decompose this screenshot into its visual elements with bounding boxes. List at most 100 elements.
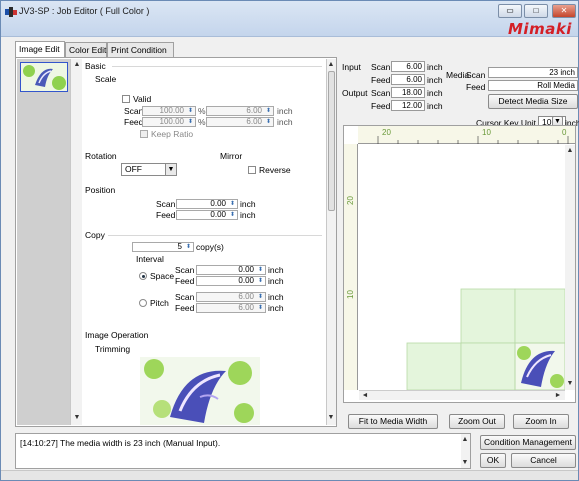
position-feed-input[interactable]: 0.00 ⬍ [176, 210, 238, 220]
valid-checkbox[interactable] [122, 95, 130, 103]
job-editor-window: JV3-SP : Job Editor ( Full Color ) ▭ □ ✕… [0, 0, 579, 481]
dropdown-arrow-icon[interactable]: ▼ [165, 164, 176, 175]
maximize-button[interactable]: □ [524, 4, 548, 18]
title-bar: JV3-SP : Job Editor ( Full Color ) ▭ □ ✕… [1, 1, 578, 38]
properties-scrollbar[interactable]: ▲ ▼ [326, 59, 336, 425]
zoom-in-button[interactable]: Zoom In [513, 414, 569, 429]
message-log-scrollbar[interactable]: ▲ ▼ [461, 433, 471, 469]
scroll-up-icon[interactable]: ▲ [327, 60, 335, 70]
percent-unit: % [198, 106, 206, 116]
properties-pane: Basic Scale Valid Scan 100.00 ⬍ % 6.00 ⬍ i… [82, 59, 326, 425]
inch-unit: inch [268, 303, 284, 313]
spin-icon[interactable]: ⬍ [184, 243, 193, 251]
inch-unit: inch [427, 75, 443, 85]
preview-vertical-scrollbar[interactable]: ▲ ▼ [565, 145, 575, 390]
scale-scan-inch-value: 6.00 [246, 106, 262, 115]
position-heading: Position [85, 185, 116, 195]
scrollbar-thumb[interactable] [328, 71, 335, 211]
zoom-out-button[interactable]: Zoom Out [449, 414, 505, 429]
position-scan-input[interactable]: 0.00 ⬍ [176, 199, 238, 209]
scale-scan-inch-input[interactable]: 6.00 ⬍ [206, 106, 274, 116]
rotation-label: Rotation [85, 151, 117, 161]
spin-icon[interactable]: ⬍ [186, 107, 195, 115]
inch-unit: inch [268, 292, 284, 302]
image-edit-panel: ▲ ▼ Basic Scale Valid Scan 100.00 ⬍ % 6.0… [15, 57, 337, 427]
spin-icon[interactable]: ⬍ [264, 107, 273, 115]
scroll-right-icon[interactable]: ► [553, 391, 563, 401]
percent-unit: % [198, 117, 206, 127]
cancel-button[interactable]: Cancel [511, 453, 576, 468]
tab-print-condition[interactable]: Print Condition [107, 42, 174, 57]
spin-icon[interactable]: ⬍ [256, 304, 265, 312]
space-scan-label: Scan [175, 265, 195, 275]
input-feed-value: 6.00 [391, 74, 425, 85]
left-ruler: 20 10 [344, 144, 358, 390]
scroll-left-icon[interactable]: ◄ [360, 391, 370, 401]
condition-management-button[interactable]: Condition Management [480, 435, 576, 450]
window-title: JV3-SP : Job Editor ( Full Color ) [19, 6, 150, 16]
output-label: Output [342, 88, 368, 98]
output-feed-value: 12.00 [391, 100, 425, 111]
close-button[interactable]: ✕ [552, 4, 576, 18]
reverse-checkbox[interactable] [248, 166, 256, 174]
space-scan-input[interactable]: 0.00 ⬍ [196, 265, 266, 275]
minimize-button[interactable]: ▭ [498, 4, 522, 18]
copy-heading: Copy [85, 230, 105, 240]
space-feed-value: 0.00 [238, 276, 254, 285]
thumbnail-item[interactable] [20, 62, 68, 92]
scroll-down-icon[interactable]: ▼ [327, 413, 335, 423]
scroll-up-icon[interactable]: ▲ [565, 146, 575, 156]
output-scan-label: Scan [371, 88, 391, 98]
ruler-label: 10 [482, 128, 491, 137]
divider [112, 66, 322, 67]
dolphin-thumbnail-image [21, 63, 67, 91]
pitch-feed-input[interactable]: 6.00 ⬍ [196, 303, 266, 313]
scroll-down-icon[interactable]: ▼ [565, 379, 575, 389]
tab-color-edit[interactable]: Color Edit [65, 42, 107, 57]
output-feed-label: Feed [371, 101, 391, 111]
position-feed-label: Feed [156, 210, 176, 220]
pitch-scan-input[interactable]: 6.00 ⬍ [196, 292, 266, 302]
window-bottom-edge [1, 470, 578, 480]
copy-count-input[interactable]: 5 ⬍ [132, 242, 194, 252]
layout-preview[interactable]: 20 10 0 20 10 ▲ ▼ ◄ ► [343, 125, 576, 403]
inch-unit: inch [427, 62, 443, 72]
spin-icon[interactable]: ⬍ [186, 118, 195, 126]
rotation-select[interactable]: OFF ▼ [121, 163, 177, 176]
ruler-label: 20 [345, 196, 355, 205]
scroll-down-icon[interactable]: ▼ [461, 458, 469, 468]
space-radio[interactable] [139, 272, 147, 280]
spin-icon[interactable]: ⬍ [256, 266, 265, 274]
ok-button[interactable]: OK [480, 453, 506, 468]
status-message: [14:10:27] The media width is 23 inch (M… [20, 438, 221, 448]
scroll-up-icon[interactable]: ▲ [72, 60, 82, 70]
media-feed-label: Feed [466, 82, 486, 92]
inch-unit: inch [268, 276, 284, 286]
tab-image-edit[interactable]: Image Edit [15, 41, 65, 57]
scale-feed-percent-input[interactable]: 100.00 ⬍ [142, 117, 196, 127]
thumbnail-scrollbar[interactable]: ▲ ▼ [70, 59, 82, 425]
inch-unit: inch [427, 88, 443, 98]
spin-icon[interactable]: ⬍ [228, 211, 237, 219]
copy-unit: copy(s) [196, 242, 224, 252]
spin-icon[interactable]: ⬍ [256, 277, 265, 285]
reverse-label: Reverse [259, 165, 291, 175]
inch-unit: inch [240, 210, 256, 220]
spin-icon[interactable]: ⬍ [228, 200, 237, 208]
space-feed-input[interactable]: 0.00 ⬍ [196, 276, 266, 286]
spin-icon[interactable]: ⬍ [264, 118, 273, 126]
fit-to-media-width-button[interactable]: Fit to Media Width [348, 414, 438, 429]
thumbnail-list[interactable] [17, 59, 70, 425]
scroll-up-icon[interactable]: ▲ [461, 435, 469, 445]
interval-label: Interval [136, 254, 164, 264]
scale-scan-percent-input[interactable]: 100.00 ⬍ [142, 106, 196, 116]
detect-media-size-button[interactable]: Detect Media Size [488, 94, 578, 109]
input-scan-value: 6.00 [391, 61, 425, 72]
scale-feed-inch-input[interactable]: 6.00 ⬍ [206, 117, 274, 127]
layout-canvas[interactable] [359, 145, 566, 391]
preview-horizontal-scrollbar[interactable]: ◄ ► [359, 390, 565, 400]
keep-ratio-checkbox[interactable] [140, 130, 148, 138]
pitch-radio[interactable] [139, 299, 147, 307]
spin-icon[interactable]: ⬍ [256, 293, 265, 301]
scroll-down-icon[interactable]: ▼ [72, 413, 82, 423]
